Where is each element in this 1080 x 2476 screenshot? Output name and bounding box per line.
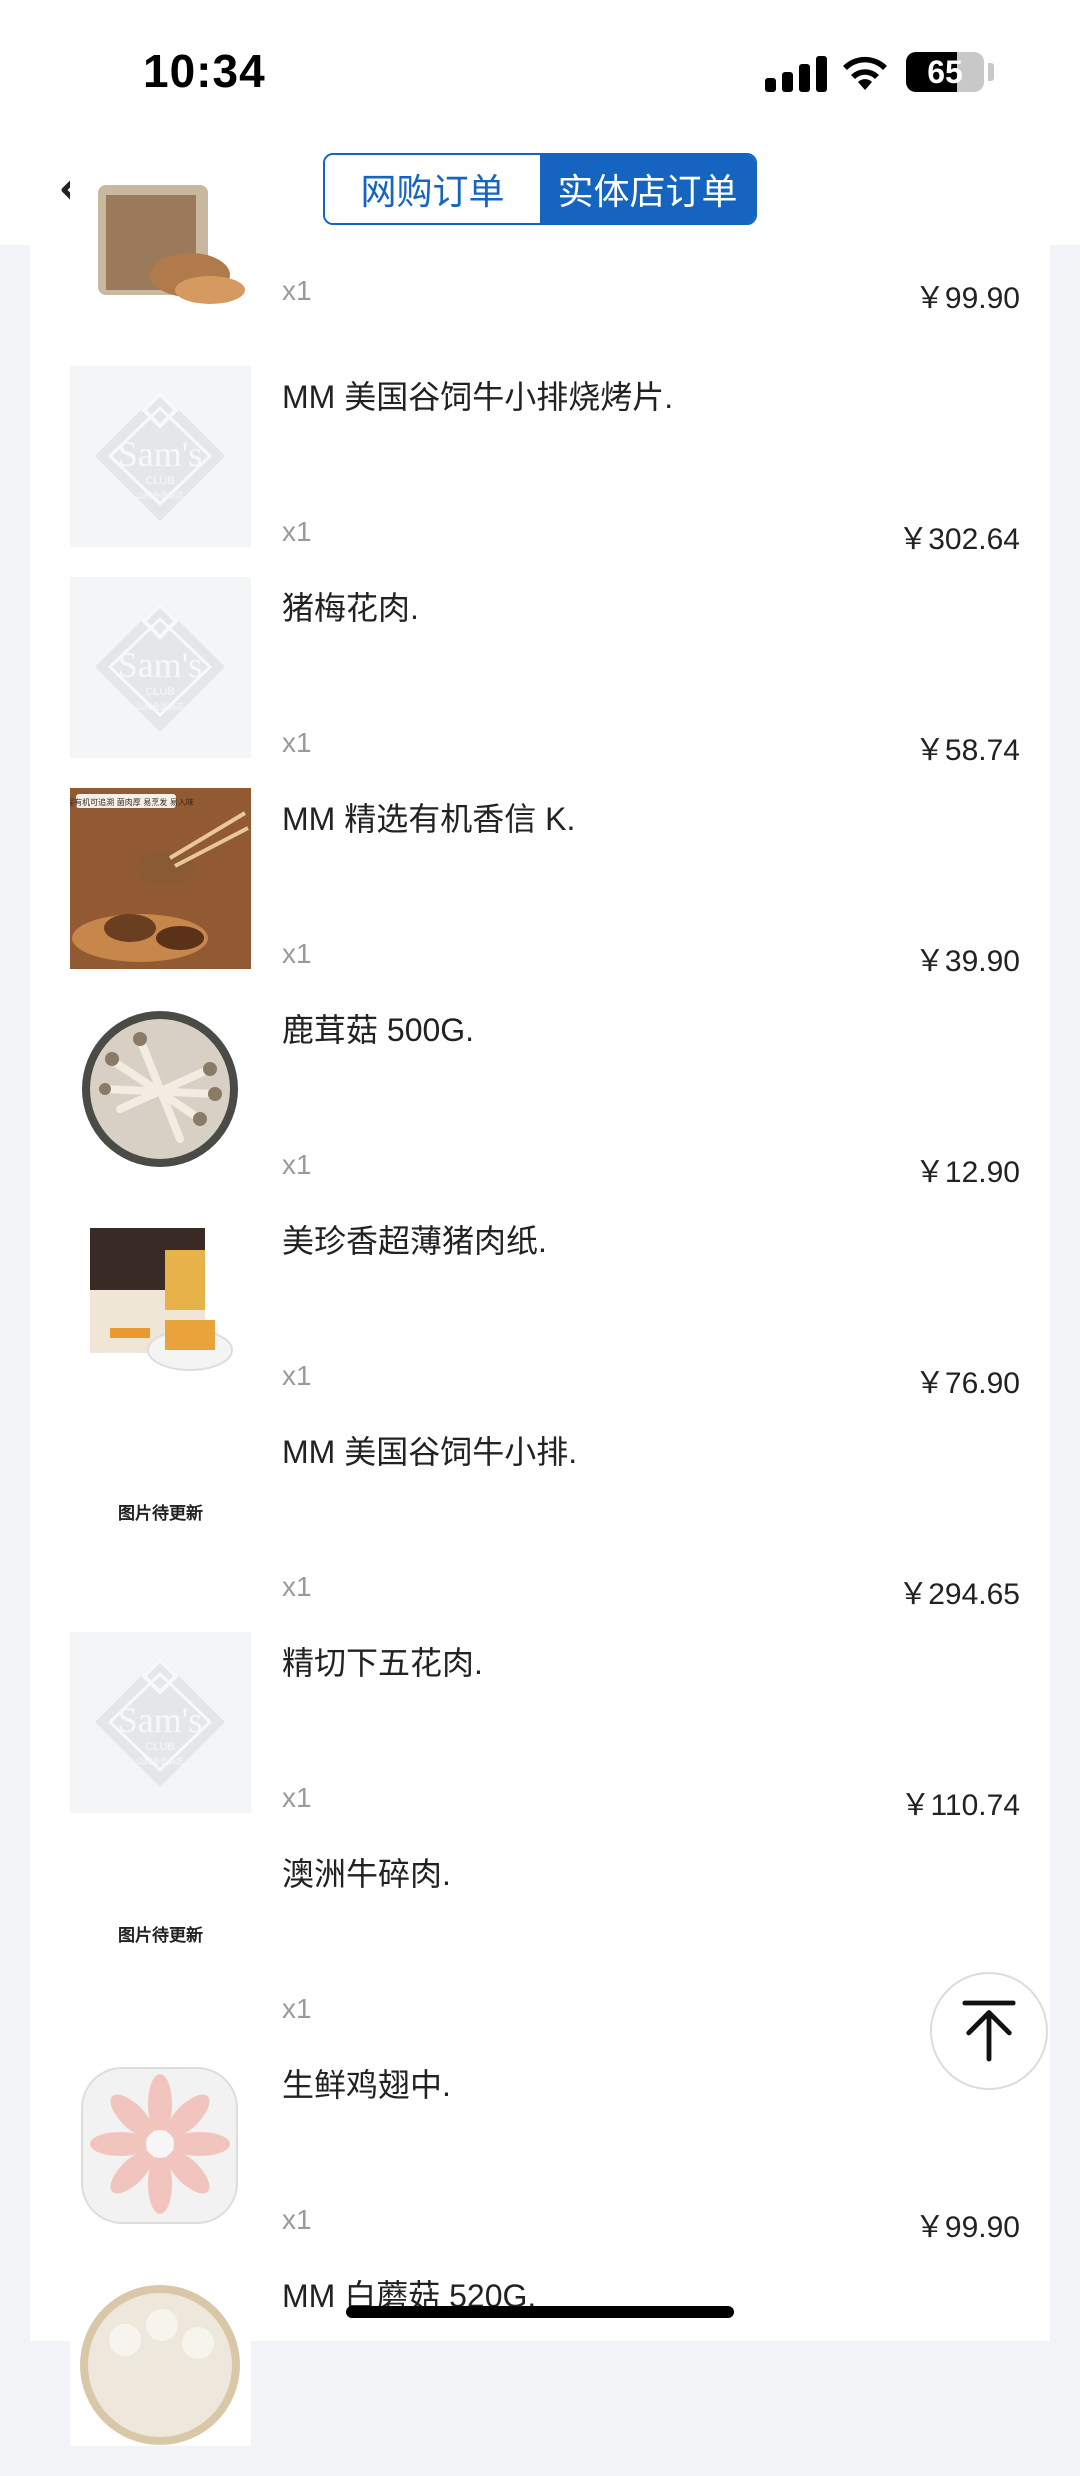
item-quantity: x1 bbox=[282, 938, 312, 969]
item-quantity: x1 bbox=[282, 1360, 312, 1391]
list-item[interactable]: MM 白蘑菇 520G. bbox=[30, 2265, 1050, 2476]
item-quantity: x1 bbox=[282, 275, 312, 306]
battery-percent: 65 bbox=[927, 54, 963, 90]
arrow-up-to-top-icon bbox=[962, 2000, 1016, 2062]
item-quantity: x1 bbox=[282, 1149, 312, 1180]
sams-club-logo: Sam's CLUB 山姆会员商店 bbox=[95, 1657, 225, 1787]
item-quantity: x1 bbox=[282, 1993, 312, 2024]
list-item[interactable]: Sam's CLUB 山姆会员商店 猪梅花肉. x1 ￥58.74 bbox=[30, 577, 1050, 788]
product-image bbox=[70, 2054, 251, 2235]
item-title: 猪梅花肉. bbox=[282, 590, 419, 626]
order-items-card: x1 ￥99.90 Sam's CLUB 山姆会员商店 MM 美国谷饲牛小排烧烤… bbox=[30, 125, 1050, 2446]
svg-text:山姆会员商店: 山姆会员商店 bbox=[136, 490, 184, 500]
item-quantity: x1 bbox=[282, 1571, 312, 1602]
list-item[interactable]: 美珍香超薄猪肉纸. x1 ￥76.90 bbox=[30, 1210, 1050, 1421]
item-price: ￥99.90 bbox=[914, 2211, 1020, 2244]
item-title: 澳洲牛碎肉. bbox=[282, 1856, 451, 1892]
list-item[interactable]: 鹿茸菇 500G. x1 ￥12.90 bbox=[30, 999, 1050, 1210]
status-time: 10:34 bbox=[143, 45, 266, 97]
product-image: 全程有机可追溯 菌肉厚 易烹发 易入味 bbox=[70, 788, 251, 969]
list-item[interactable]: 全程有机可追溯 菌肉厚 易烹发 易入味 MM 精选有机香信 K. x1 ￥39.… bbox=[30, 788, 1050, 999]
item-title: MM 美国谷饲牛小排烧烤片. bbox=[282, 379, 674, 415]
svg-text:山姆会员商店: 山姆会员商店 bbox=[136, 1756, 184, 1766]
home-indicator bbox=[346, 2306, 734, 2318]
list-item[interactable]: 图片待更新 MM 美国谷饲牛小排. x1 ￥294.65 bbox=[30, 1421, 1050, 1632]
sams-club-logo: Sam's CLUB 山姆会员商店 bbox=[95, 602, 225, 732]
product-image bbox=[70, 2265, 251, 2446]
item-quantity: x1 bbox=[282, 1782, 312, 1813]
svg-text:Sam's: Sam's bbox=[118, 434, 203, 474]
item-price: ￥58.74 bbox=[914, 734, 1020, 767]
item-title: 美珍香超薄猪肉纸. bbox=[282, 1223, 547, 1259]
item-price: ￥110.74 bbox=[900, 1789, 1020, 1822]
wifi-icon bbox=[843, 56, 887, 90]
list-item[interactable]: x1 ￥99.90 bbox=[30, 125, 1050, 336]
item-price: ￥39.90 bbox=[914, 945, 1020, 978]
sams-club-logo: Sam's CLUB 山姆会员商店 bbox=[95, 391, 225, 521]
svg-text:CLUB: CLUB bbox=[145, 475, 174, 487]
item-price: ￥12.90 bbox=[914, 1156, 1020, 1189]
item-quantity: x1 bbox=[282, 516, 312, 547]
back-to-top-button[interactable] bbox=[930, 1972, 1048, 2090]
sams-club-placeholder-image: Sam's CLUB 山姆会员商店 bbox=[70, 1632, 251, 1813]
svg-text:山姆会员商店: 山姆会员商店 bbox=[136, 701, 184, 711]
item-title: 生鲜鸡翅中. bbox=[282, 2067, 451, 2103]
sams-club-placeholder-image: Sam's CLUB 山姆会员商店 bbox=[70, 366, 251, 547]
item-title: MM 美国谷饲牛小排. bbox=[282, 1434, 578, 1470]
svg-text:全程有机可追溯 菌肉厚 易烹发 易入味: 全程有机可追溯 菌肉厚 易烹发 易入味 bbox=[70, 797, 194, 807]
image-pending-placeholder: 图片待更新 bbox=[118, 1504, 203, 1523]
item-quantity: x1 bbox=[282, 727, 312, 758]
item-title: MM 精选有机香信 K. bbox=[282, 801, 576, 837]
list-item[interactable]: Sam's CLUB 山姆会员商店 MM 美国谷饲牛小排烧烤片. x1 ￥302… bbox=[30, 366, 1050, 577]
item-price: ￥294.65 bbox=[898, 1578, 1020, 1611]
item-price: ￥302.64 bbox=[898, 523, 1020, 556]
svg-text:CLUB: CLUB bbox=[145, 686, 174, 698]
battery-icon: 65 bbox=[906, 52, 984, 92]
item-title: 鹿茸菇 500G. bbox=[282, 1012, 475, 1048]
list-item[interactable]: Sam's CLUB 山姆会员商店 精切下五花肉. x1 ￥110.74 bbox=[30, 1632, 1050, 1843]
item-price: ￥99.90 bbox=[914, 282, 1020, 315]
item-title: 精切下五花肉. bbox=[282, 1645, 483, 1681]
list-item[interactable]: 图片待更新 澳洲牛碎肉. x1 bbox=[30, 1843, 1050, 2054]
cellular-signal-icon bbox=[765, 54, 827, 92]
status-bar: 10:34 65 bbox=[0, 0, 1080, 140]
product-image bbox=[70, 1210, 251, 1391]
battery-tip bbox=[988, 63, 994, 81]
svg-text:Sam's: Sam's bbox=[118, 645, 203, 685]
product-image bbox=[70, 125, 251, 306]
item-quantity: x1 bbox=[282, 2204, 312, 2235]
image-pending-placeholder: 图片待更新 bbox=[118, 1926, 203, 1945]
product-image bbox=[70, 999, 251, 1180]
list-item[interactable]: 生鲜鸡翅中. x1 ￥99.90 bbox=[30, 2054, 1050, 2265]
svg-text:CLUB: CLUB bbox=[145, 1741, 174, 1753]
svg-text:Sam's: Sam's bbox=[118, 1700, 203, 1740]
item-price: ￥76.90 bbox=[914, 1367, 1020, 1400]
sams-club-placeholder-image: Sam's CLUB 山姆会员商店 bbox=[70, 577, 251, 758]
